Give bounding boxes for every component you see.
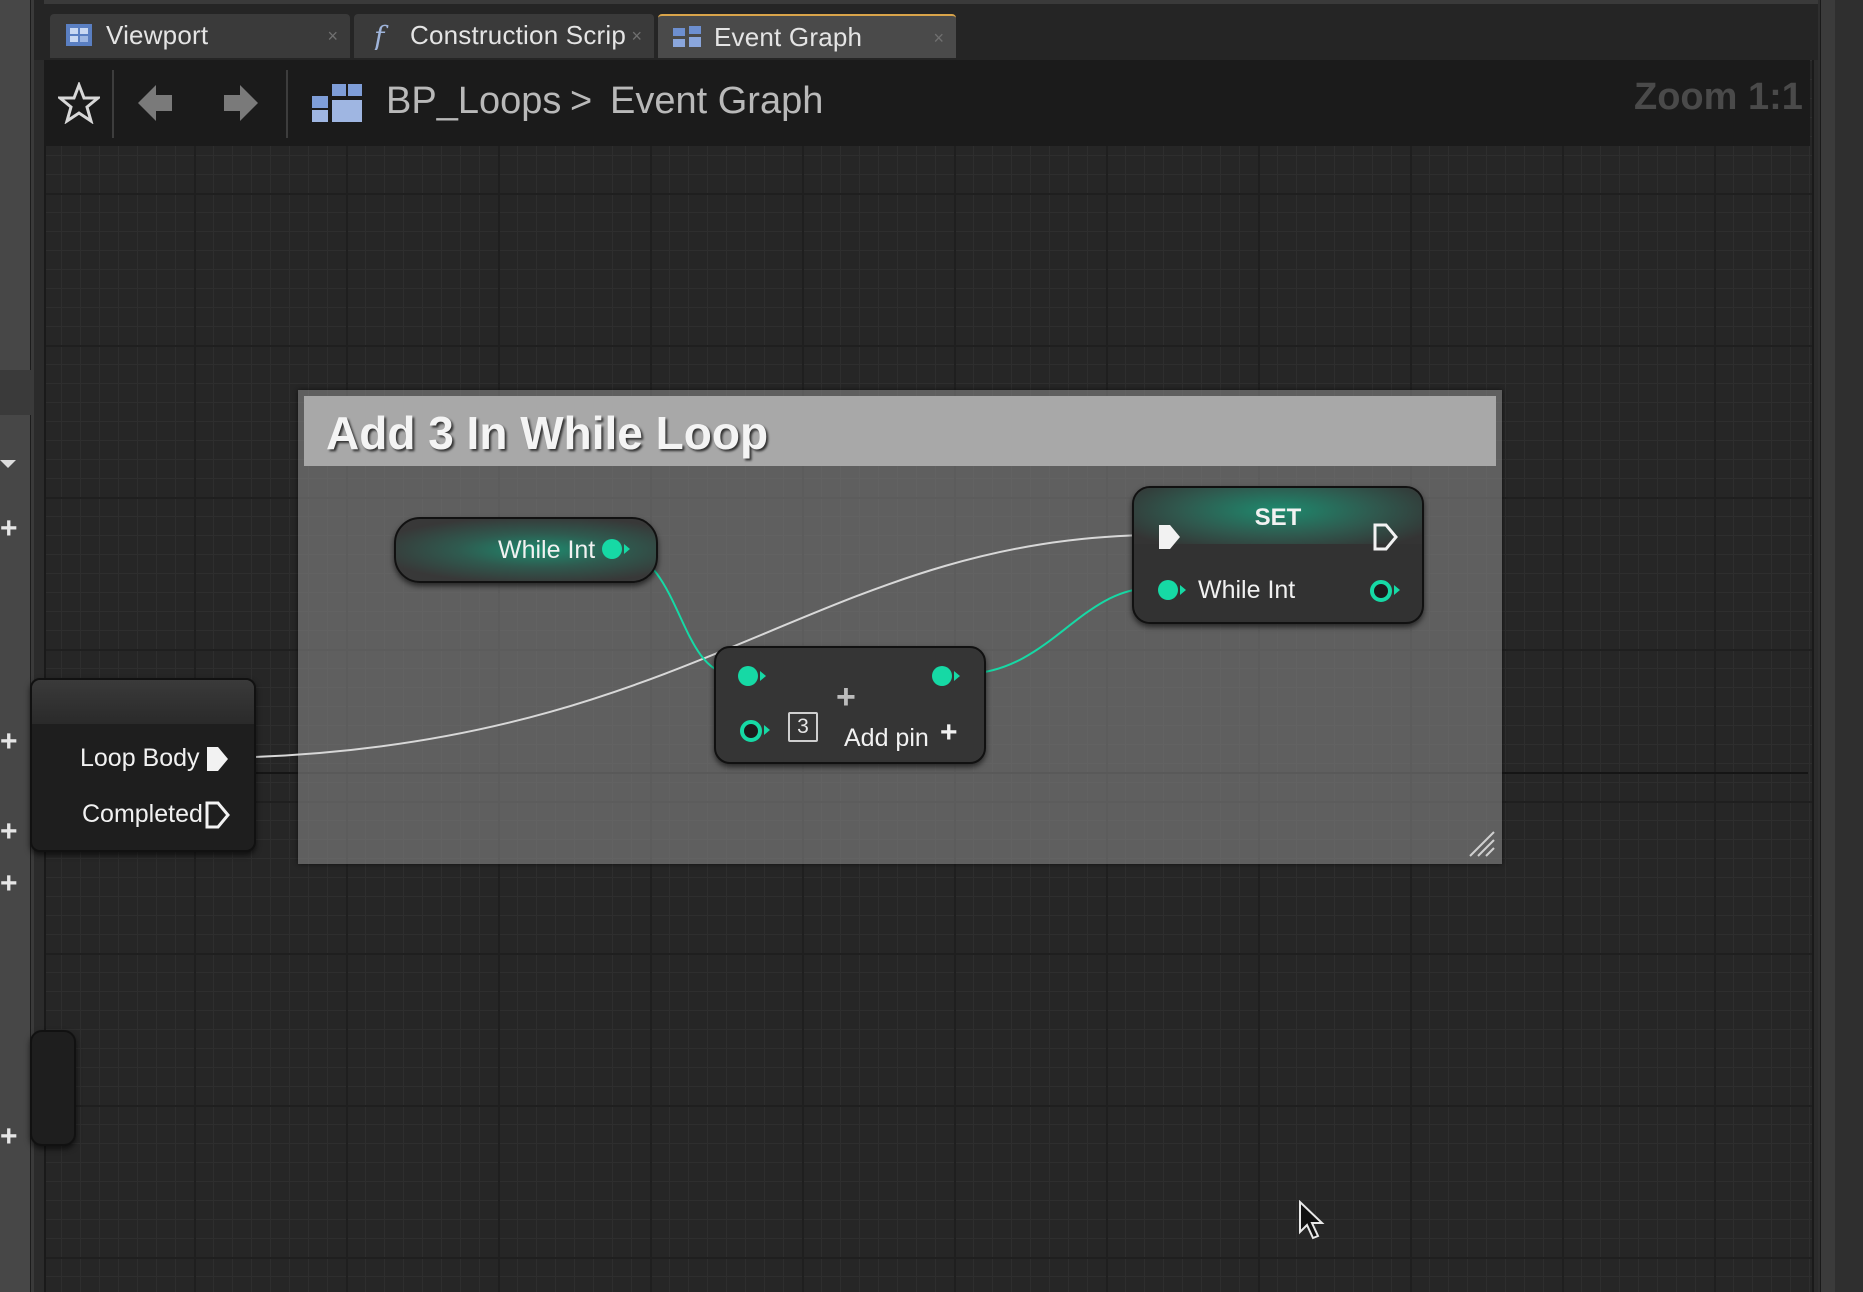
exec-input-pin-icon[interactable] (1156, 522, 1182, 552)
pin-arrow-icon (760, 671, 766, 681)
add-pin-label[interactable]: Add pin (844, 724, 929, 753)
add-pin-icon[interactable]: + (940, 716, 958, 750)
pin-label: While Int (1198, 576, 1296, 604)
int-output-pin[interactable] (1370, 580, 1392, 602)
mouse-cursor-icon (1299, 1200, 1325, 1240)
exec-output-pin-icon[interactable] (204, 800, 230, 830)
get-while-int-node[interactable]: While Int (394, 517, 658, 583)
exec-output-pin-icon[interactable] (1372, 522, 1398, 552)
data-wire (967, 587, 1151, 675)
exec-output-pin-icon[interactable] (204, 744, 230, 774)
literal-value-field[interactable]: 3 (788, 712, 818, 742)
pin-arrow-icon (954, 671, 960, 681)
partial-node[interactable] (30, 1030, 76, 1146)
loop-node-header (32, 680, 254, 724)
pin-label: Completed (82, 800, 203, 828)
add-integer-node[interactable]: + 3 Add pin + (714, 646, 986, 764)
int-output-pin[interactable] (602, 539, 622, 559)
set-node[interactable]: SET While Int (1132, 486, 1424, 624)
int-input-pin[interactable] (1158, 580, 1178, 600)
exec-wire (253, 534, 1151, 758)
int-output-pin[interactable] (932, 666, 952, 686)
pin-label: While Int (498, 536, 596, 564)
pin-label: Loop Body (80, 744, 200, 772)
pin-arrow-icon (624, 544, 630, 554)
int-input-pin[interactable] (738, 666, 758, 686)
pin-arrow-icon (1180, 585, 1186, 595)
pin-arrow-icon (764, 725, 770, 735)
int-input-pin[interactable] (740, 720, 762, 742)
operator-plus-icon: + (836, 678, 856, 716)
while-loop-node[interactable]: Loop Body Completed (30, 678, 256, 852)
pin-arrow-icon (1394, 585, 1400, 595)
